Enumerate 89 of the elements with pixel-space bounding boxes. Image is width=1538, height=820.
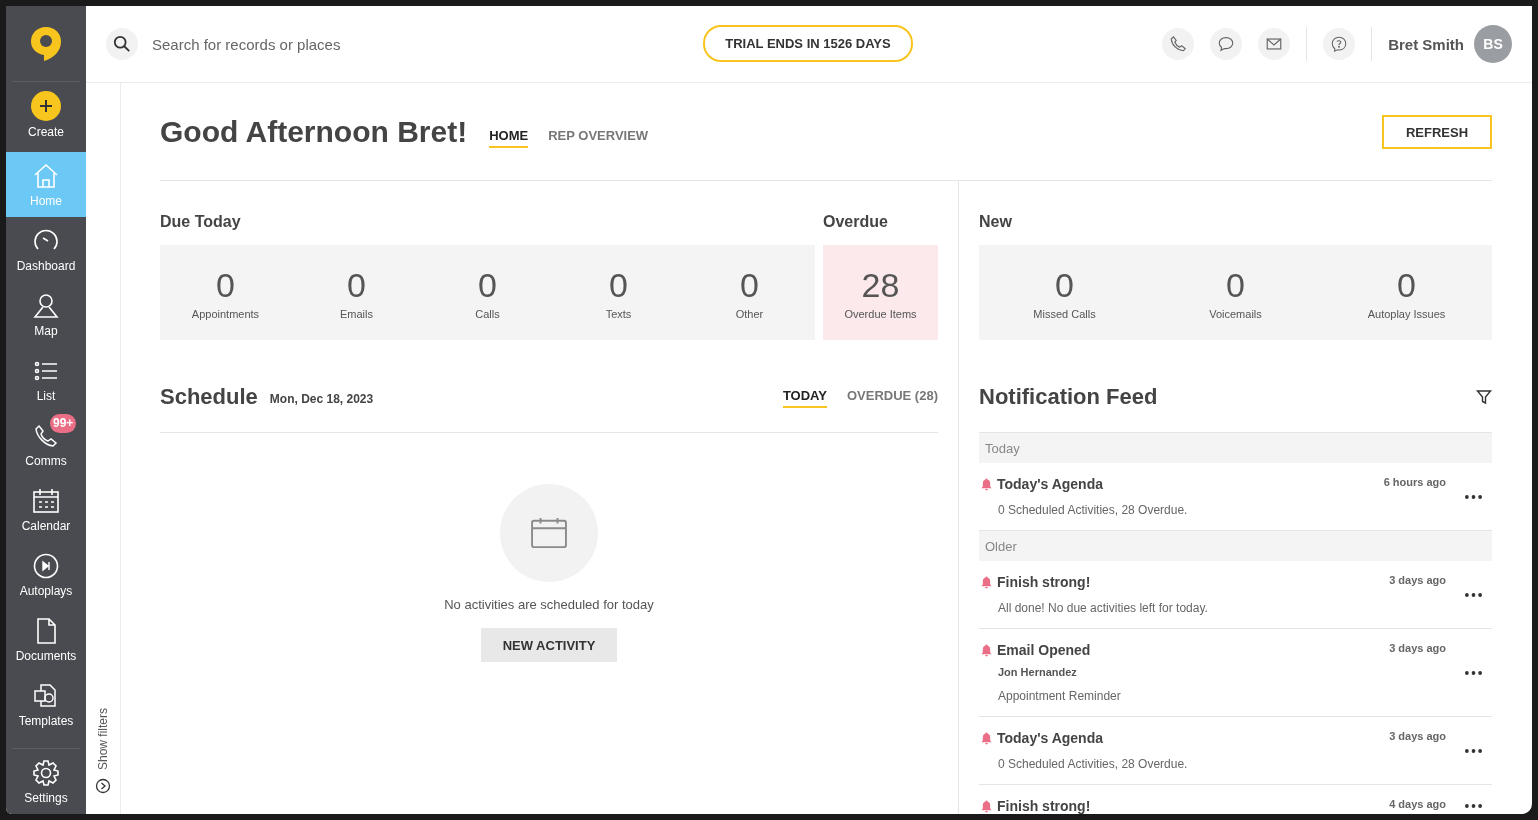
nav-item[interactable]: Templates bbox=[6, 672, 86, 737]
stat-label: Autoplay Issues bbox=[1367, 307, 1446, 320]
section-title: New bbox=[979, 213, 1013, 232]
settings-icon bbox=[32, 758, 60, 787]
search-field[interactable]: Search for records or places bbox=[150, 34, 454, 54]
count-badge: 99+ bbox=[50, 413, 77, 433]
nav-item[interactable]: 99+ Comms bbox=[6, 412, 86, 477]
stat-value: 0 bbox=[1055, 265, 1074, 304]
empty-message: No activities are scheduled for today bbox=[444, 597, 654, 612]
stat-value: 0 bbox=[216, 265, 235, 304]
stat-label: Overdue Items bbox=[844, 307, 917, 320]
nav-item[interactable]: Calendar bbox=[6, 477, 86, 542]
stat-value: 28 bbox=[861, 265, 900, 304]
nav-item[interactable]: List bbox=[6, 347, 86, 412]
notification-time: 3 days ago bbox=[1389, 574, 1446, 586]
schedule-date: Mon, Dec 18, 2023 bbox=[269, 391, 374, 406]
notification-time: 3 days ago bbox=[1389, 642, 1446, 654]
notification-text: 0 Scheduled Activities, 28 Overdue. bbox=[998, 503, 1189, 517]
overdue-panel[interactable]: 28 Overdue Items bbox=[823, 245, 938, 340]
chat-icon[interactable] bbox=[1210, 28, 1243, 60]
notification-text: All done! No due activities left for today. bbox=[998, 601, 1209, 615]
chevron-icon[interactable] bbox=[95, 778, 111, 794]
stat-label: Calls bbox=[475, 307, 500, 320]
section-title: Overdue bbox=[823, 213, 889, 232]
trial-banner[interactable]: TRIAL ENDS IN 1526 DAYS bbox=[703, 25, 913, 62]
notification-time: 6 hours ago bbox=[1383, 476, 1446, 488]
contact-name[interactable]: Jon Hernandez bbox=[998, 666, 1492, 678]
notification-title[interactable]: Finish strong! bbox=[997, 798, 1091, 814]
stat-value: 0 bbox=[740, 265, 759, 304]
notification-time: 4 days ago bbox=[1389, 798, 1446, 810]
mail-icon[interactable] bbox=[1258, 28, 1291, 60]
show-filters-link[interactable]: Show filters bbox=[96, 707, 110, 770]
stat-label: Other bbox=[735, 307, 764, 320]
section-title: Due Today bbox=[160, 213, 242, 232]
more-icon[interactable] bbox=[1465, 670, 1482, 675]
stat-value: 0 bbox=[347, 265, 366, 304]
more-icon[interactable] bbox=[1465, 592, 1482, 597]
notification-title[interactable]: Today's Agenda bbox=[997, 730, 1103, 746]
user-name[interactable]: Bret Smith bbox=[1388, 35, 1464, 53]
stat-label: Voicemails bbox=[1209, 307, 1262, 320]
home-icon bbox=[32, 161, 60, 190]
filter-icon[interactable] bbox=[1476, 388, 1492, 405]
nav-item[interactable]: Documents bbox=[6, 607, 86, 672]
nav-item[interactable]: Map bbox=[6, 282, 86, 347]
nav-item[interactable]: Dashboard bbox=[6, 217, 86, 282]
more-icon[interactable] bbox=[1465, 748, 1482, 753]
schedule-tab[interactable]: TODAY bbox=[782, 385, 827, 408]
schedule-tab[interactable]: OVERDUE (28) bbox=[846, 385, 938, 408]
more-icon[interactable] bbox=[1465, 494, 1482, 499]
nav-item[interactable]: Settings bbox=[6, 749, 86, 814]
calendar-icon bbox=[32, 486, 60, 515]
bell-icon bbox=[981, 575, 992, 589]
section-title: Notification Feed bbox=[979, 383, 1158, 410]
autoplays-icon bbox=[32, 551, 60, 580]
search-icon bbox=[113, 35, 131, 53]
page-tab[interactable]: HOME bbox=[489, 124, 529, 148]
notification-text: 0 Scheduled Activities, 28 Overdue. bbox=[998, 757, 1189, 771]
stat-label: Texts bbox=[605, 307, 632, 320]
more-icon[interactable] bbox=[1465, 804, 1482, 808]
nav-item[interactable]: Create bbox=[6, 82, 86, 148]
bell-icon bbox=[981, 799, 992, 813]
group-header: Older bbox=[979, 531, 1492, 561]
stat-label: Missed Calls bbox=[1033, 307, 1096, 320]
notification-title[interactable]: Email Opened bbox=[997, 642, 1091, 658]
logo-icon bbox=[30, 25, 62, 62]
bell-icon bbox=[981, 477, 992, 491]
page-tab[interactable]: REP OVERVIEW bbox=[548, 124, 649, 148]
bell-icon bbox=[981, 643, 992, 657]
notification-time: 3 days ago bbox=[1389, 730, 1446, 742]
bell-icon bbox=[981, 731, 992, 745]
page-greeting: Good Afternoon Bret! bbox=[160, 115, 468, 149]
new-activity-button[interactable]: NEW ACTIVITY bbox=[481, 628, 617, 662]
notification-title[interactable]: Today's Agenda bbox=[997, 476, 1103, 492]
stat-value: 0 bbox=[478, 265, 497, 304]
create-icon bbox=[31, 91, 61, 121]
stat-label: Appointments bbox=[191, 307, 260, 320]
stat-value: 0 bbox=[609, 265, 628, 304]
stat-value: 0 bbox=[1397, 265, 1416, 304]
stat-value: 0 bbox=[1226, 265, 1245, 304]
notification-text: Appointment Reminder bbox=[998, 689, 1122, 703]
group-header: Today bbox=[979, 433, 1492, 463]
nav-item[interactable]: Autoplays bbox=[6, 542, 86, 607]
section-title: Schedule bbox=[160, 383, 258, 410]
help-icon[interactable] bbox=[1323, 28, 1356, 60]
phone-icon[interactable] bbox=[1162, 28, 1195, 60]
map-icon bbox=[32, 291, 60, 320]
refresh-button[interactable]: REFRESH bbox=[1382, 115, 1492, 149]
notification-title[interactable]: Finish strong! bbox=[997, 574, 1091, 590]
stat-label: Emails bbox=[340, 307, 373, 320]
